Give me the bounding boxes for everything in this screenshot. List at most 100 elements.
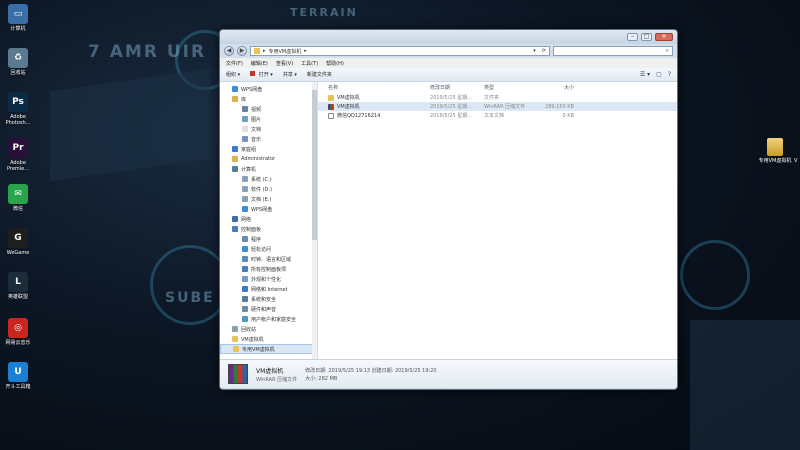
new-folder-button[interactable]: 新建文件夹 (307, 71, 332, 78)
preview-pane-icon[interactable]: ▢ (656, 71, 662, 78)
file-name: VM虚拟机 (337, 95, 360, 101)
desktop-icon[interactable]: L 英雄联盟 (2, 272, 34, 300)
nav-item-icon (232, 156, 238, 162)
desktop-icon[interactable]: Pr Adobe Premie... (2, 138, 34, 172)
nav-item[interactable]: 控制面板 (220, 224, 317, 234)
nav-item[interactable]: 图片 (220, 114, 317, 124)
nav-item-label: 程序 (251, 236, 262, 243)
desktop-folder-shortcut[interactable]: 专用VM虚拟机 (758, 138, 792, 164)
address-path: 专用VM虚拟机 (268, 48, 302, 55)
nav-item-label: 网络和 Internet (251, 286, 288, 293)
column-type[interactable]: 类型 (484, 84, 534, 91)
nav-item[interactable]: 硬件和声音 (220, 304, 317, 314)
nav-item[interactable]: 时钟、语言和区域 (220, 254, 317, 264)
desktop-icon[interactable]: ◎ 网易云音乐 (2, 318, 34, 346)
maximize-button[interactable]: □ (641, 33, 652, 41)
address-dropdown-icon[interactable]: ▾ (533, 48, 536, 54)
nav-item[interactable]: 库 (220, 94, 317, 104)
file-row[interactable]: VM虚拟机 2019/5/25 星期... 文件夹 (318, 93, 677, 102)
search-input[interactable]: ⌕ (553, 46, 673, 56)
open-button[interactable]: 打开 ▾ (250, 71, 273, 78)
forward-button[interactable]: ▶ (237, 46, 247, 56)
desktop-folder-label: 专用VM虚拟机 (758, 158, 792, 164)
share-button[interactable]: 共享 ▾ (283, 71, 297, 78)
nav-item[interactable]: VM虚拟机 (220, 334, 317, 344)
explorer-window[interactable]: – □ ✕ ◀ ▶ ▸ 专用VM虚拟机 ▸ ▾ ⟳ ⌕ 文件(F) 编辑(E) … (219, 29, 678, 390)
address-input[interactable]: ▸ 专用VM虚拟机 ▸ ▾ ⟳ (250, 46, 550, 56)
column-name[interactable]: 名称 (318, 84, 430, 91)
nav-item-icon (242, 286, 248, 292)
details-name: VM虚拟机 (256, 367, 284, 375)
nav-item[interactable]: 系统和安全 (220, 294, 317, 304)
nav-item-label: WPS网盘 (241, 86, 263, 93)
file-name-cell: VM虚拟机 (318, 94, 430, 101)
nav-item[interactable]: WPS网盘 (220, 84, 317, 94)
nav-scrollbar[interactable] (312, 82, 317, 359)
nav-item-icon (242, 176, 248, 182)
refresh-icon[interactable]: ⟳ (539, 48, 549, 54)
nav-item[interactable]: 所有控制面板项 (220, 264, 317, 274)
file-size: 289,150 KB (545, 103, 574, 110)
close-button[interactable]: ✕ (655, 33, 673, 41)
desktop-icon[interactable]: Ps Adobe Photosh... (2, 92, 34, 126)
nav-item[interactable]: 外观和个性化 (220, 274, 317, 284)
file-type: 文件夹 (484, 95, 500, 101)
nav-item-icon (232, 86, 238, 92)
desktop-partial-label: V (794, 158, 798, 164)
open-button-label: 打开 ▾ (258, 72, 273, 78)
view-options-icon[interactable]: ☰ ▾ (640, 71, 650, 78)
file-name: VM虚拟机 (337, 104, 360, 110)
nav-item[interactable]: 网络 (220, 214, 317, 224)
nav-item[interactable]: 轻松访问 (220, 244, 317, 254)
nav-item-icon (242, 126, 248, 132)
menu-tools[interactable]: 工具(T) (301, 60, 318, 67)
column-date[interactable]: 修改日期 (430, 84, 484, 91)
nav-item[interactable]: Administrator (220, 154, 317, 164)
nav-scrollbar-thumb[interactable] (312, 90, 317, 240)
nav-item[interactable]: 专用VM虚拟机 (220, 344, 317, 354)
nav-item-label: 家庭组 (241, 146, 257, 153)
desktop-icon[interactable]: G WeGame (2, 228, 34, 256)
nav-item[interactable]: 音乐 (220, 134, 317, 144)
nav-item[interactable]: 程序 (220, 234, 317, 244)
nav-item[interactable]: 回收站 (220, 324, 317, 334)
details-pane: VM虚拟机 WinRAR 压缩文件 修改日期: 2019/5/25 19:13 … (220, 359, 677, 388)
file-row[interactable]: 微信QQ12716214 2019/5/25 星期... 文本文档 0 KB (318, 111, 677, 120)
help-icon[interactable]: ? (668, 71, 671, 78)
desktop-icon-label: 计算机 (10, 26, 26, 32)
nav-item-icon (232, 96, 238, 102)
minimize-button[interactable]: – (627, 33, 638, 41)
menu-file[interactable]: 文件(F) (226, 60, 243, 67)
search-icon: ⌕ (665, 47, 669, 54)
desktop-icon[interactable]: ♻ 回收站 (2, 48, 34, 76)
menu-help[interactable]: 帮助(H) (326, 60, 344, 67)
navigation-list: WPS网盘库视频 图片 文档 音乐 家庭组 Administrator 计算机 系统 (C:)… (220, 84, 317, 354)
nav-item[interactable]: WPS网盘 (220, 204, 317, 214)
nav-item[interactable]: 文档 (220, 124, 317, 134)
nav-item-icon (232, 326, 238, 332)
nav-item[interactable]: 家庭组 (220, 144, 317, 154)
organize-button[interactable]: 组织 ▾ (226, 71, 240, 78)
nav-item[interactable]: 视频 (220, 104, 317, 114)
nav-item[interactable]: 文档 (E:) (220, 194, 317, 204)
path-arrow[interactable]: ▸ (304, 48, 307, 54)
details-modified: 修改日期: 2019/5/25 19:13 (305, 367, 371, 374)
nav-item[interactable]: 用户帐户和家庭安全 (220, 314, 317, 324)
nav-item-icon (242, 306, 248, 312)
title-bar[interactable]: – □ ✕ (220, 30, 677, 44)
menu-edit[interactable]: 编辑(E) (251, 60, 268, 67)
nav-item[interactable]: 网络和 Internet (220, 284, 317, 294)
nav-item[interactable]: 计算机 (220, 164, 317, 174)
column-size[interactable]: 大小 (534, 84, 574, 91)
file-row[interactable]: VM虚拟机 2019/5/25 星期... WinRAR 压缩文件 289,150 K… (318, 102, 677, 111)
background-ring (680, 240, 750, 310)
nav-item[interactable]: 系统 (C:) (220, 174, 317, 184)
winrar-archive-icon (228, 364, 248, 384)
back-button[interactable]: ◀ (224, 46, 234, 56)
desktop-icon[interactable]: ✉ 微信 (2, 184, 34, 212)
nav-item-label: 回收站 (241, 326, 257, 333)
desktop-icon[interactable]: U 开斗工具箱 (2, 362, 34, 390)
desktop-icon[interactable]: ▭ 计算机 (2, 4, 34, 32)
nav-item[interactable]: 软件 (D:) (220, 184, 317, 194)
menu-view[interactable]: 查看(V) (276, 60, 293, 67)
